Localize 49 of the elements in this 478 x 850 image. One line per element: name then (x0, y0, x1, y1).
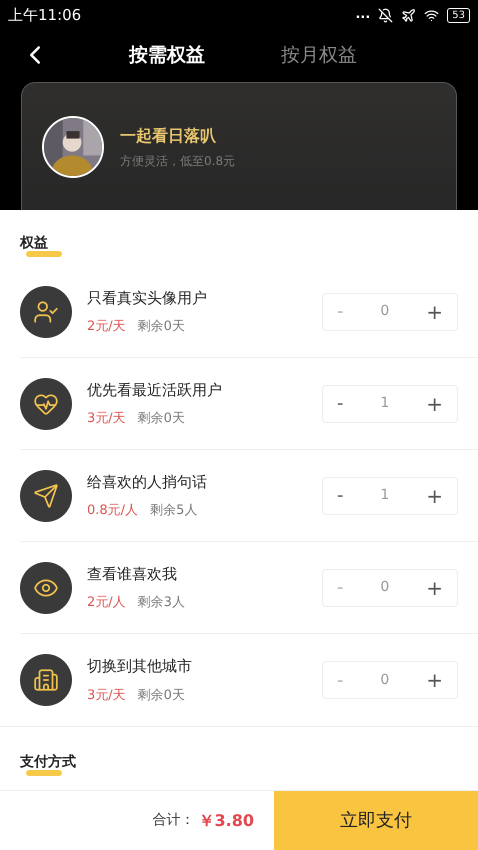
bell-off-icon (378, 8, 394, 22)
user-check-icon (20, 286, 72, 338)
benefit-remaining: 剩余0天 (138, 318, 185, 336)
benefit-price: 2元/人 (87, 594, 126, 612)
wifi-icon (424, 8, 440, 22)
quantity-value: 1 (380, 486, 390, 505)
quantity-value: 0 (380, 578, 390, 597)
battery-level: 53 (447, 8, 470, 22)
increase-button[interactable]: + (426, 388, 443, 418)
benefit-title: 给喜欢的人捎句话 (87, 472, 208, 492)
benefit-price: 2元/天 (87, 318, 126, 336)
benefit-price: 0.8元/人 (87, 502, 138, 520)
paper-plane-icon (20, 470, 72, 522)
benefit-remaining: 剩余3人 (138, 594, 185, 612)
title-underline (26, 251, 62, 257)
eye-icon (20, 562, 72, 614)
quantity-value: 0 (380, 670, 390, 690)
quantity-value: 1 (380, 394, 390, 413)
airplane-icon (401, 8, 416, 22)
building-icon (20, 654, 72, 706)
pay-button[interactable]: 立即支付 (274, 791, 478, 850)
quantity-value: 0 (380, 302, 390, 321)
more-dots: ... (355, 6, 370, 24)
benefit-title: 查看谁喜欢我 (87, 564, 178, 584)
status-time: 上午11:06 (8, 4, 82, 26)
total-amount: ￥3.80 (198, 810, 254, 832)
benefit-price: 3元/天 (87, 410, 126, 428)
section-title: 权益 (20, 235, 48, 251)
increase-button[interactable]: + (426, 296, 443, 326)
tab[interactable]: 按月权益 (281, 40, 357, 70)
decrease-button[interactable]: - (337, 390, 344, 417)
total-label: 合计： (152, 811, 195, 830)
benefit-title: 切换到其他城市 (87, 656, 193, 677)
profile-name: 一起看日落叭 (120, 124, 217, 146)
profile-subtitle: 方便灵活，低至0.8元 (120, 152, 236, 170)
increase-button[interactable]: + (426, 665, 443, 695)
benefit-title: 只看真实头像用户 (87, 288, 208, 308)
tab[interactable]: 按需权益 (129, 40, 205, 70)
benefit-remaining: 剩余0天 (138, 686, 185, 704)
benefit-title: 优先看最近活跃用户 (87, 380, 223, 400)
benefit-remaining: 剩余5人 (150, 502, 198, 520)
decrease-button[interactable]: - (337, 482, 344, 509)
benefit-price: 3元/天 (87, 686, 126, 704)
benefit-remaining: 剩余0天 (138, 410, 185, 428)
increase-button[interactable]: + (426, 480, 443, 510)
section-title: 支付方式 (20, 754, 76, 770)
increase-button[interactable]: + (426, 572, 443, 602)
title-underline (26, 770, 62, 776)
heart-pulse-icon (20, 378, 72, 430)
